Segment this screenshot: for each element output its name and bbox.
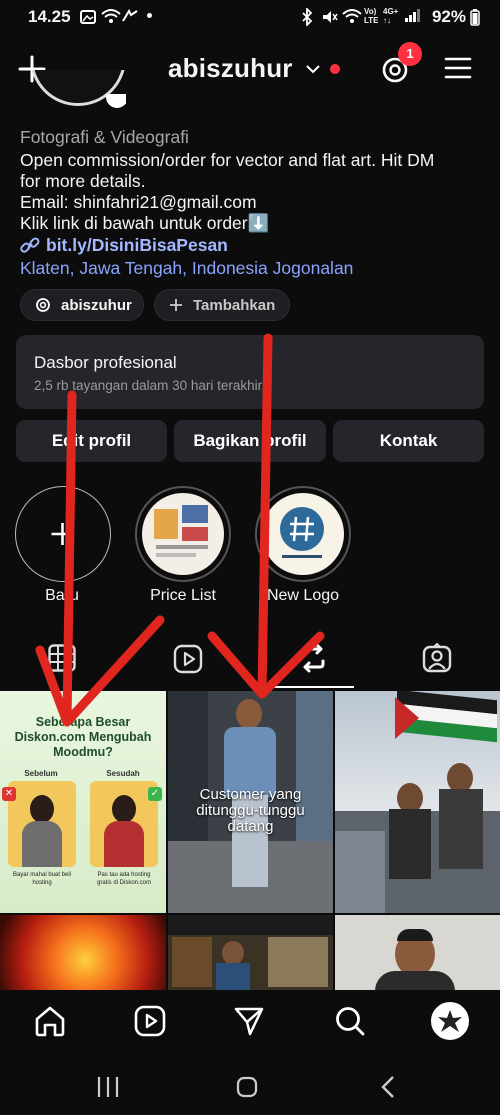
4g-icon: 4G+ ↑↓ (383, 7, 399, 25)
home-icon[interactable] (34, 1005, 66, 1037)
reels-icon[interactable] (134, 1005, 166, 1037)
post-label-after: Sesudah (106, 769, 140, 778)
post-caption-after: Pas tau ada hosting gratis di Diskon.com (96, 872, 152, 886)
cross-icon: ✕ (2, 787, 16, 801)
avatar[interactable] (30, 70, 126, 118)
professional-dashboard[interactable]: Dasbor profesional 2,5 rb tayangan dalam… (16, 335, 484, 409)
bio-email: Email: shinfahri21@gmail.com (20, 192, 257, 212)
threads-icon (35, 297, 51, 313)
threads-chip-label: abiszuhur (61, 296, 132, 314)
share-profile-button[interactable]: Bagikan profil (174, 420, 326, 462)
bio-category: Fotografi & Videografi (20, 127, 189, 147)
add-chip-label: Tambahkan (193, 296, 276, 314)
bio-text-line: for more details. (20, 171, 146, 191)
check-icon: ✓ (148, 787, 162, 801)
highlight-price-list[interactable] (135, 486, 231, 582)
grid-post[interactable] (0, 915, 166, 990)
grid-post[interactable]: Seberapa Besar Diskon.com Mengubah Moodm… (0, 691, 166, 913)
gallery-icon (80, 10, 96, 24)
system-navigation-bar (0, 1052, 500, 1115)
plus-icon (51, 523, 74, 545)
post-caption: Customer yang ditunggu-tunggu datang (196, 786, 305, 835)
signal-icon (121, 9, 139, 23)
battery-percent: 92% (431, 7, 466, 26)
new-logo-thumbnail (262, 493, 344, 575)
threads-badge: 1 (398, 42, 422, 66)
wifi-call-icon (100, 8, 122, 24)
active-tab-indicator (272, 686, 354, 688)
volte-icon: Vo) LTE (364, 7, 379, 25)
highlight-label: Baru (45, 587, 79, 604)
highlight-label: New Logo (266, 587, 340, 604)
price-list-thumbnail (142, 493, 224, 575)
link-icon (20, 236, 40, 256)
menu-icon[interactable] (444, 54, 472, 82)
status-bar: 14.25 Vo) LTE 4G+ ↑↓ 92% (0, 0, 500, 34)
search-icon[interactable] (334, 1005, 366, 1037)
notification-dot (147, 13, 152, 18)
highlight-new-logo[interactable] (255, 486, 351, 582)
bluetooth-icon (300, 8, 314, 26)
bio-link[interactable]: bit.ly/DisiniBisaPesan (46, 235, 228, 256)
add-link-chip[interactable]: Tambahkan (154, 289, 290, 321)
mute-icon (320, 8, 338, 26)
post-caption-before: Bayar mahal buat beli hosting (12, 872, 72, 886)
grid-post[interactable]: Customer yang ditunggu-tunggu datang (168, 691, 333, 913)
new-highlight-button[interactable] (15, 486, 111, 582)
profile-avatar-icon[interactable] (431, 1002, 469, 1040)
profile-username[interactable]: abiszuhur (168, 53, 293, 84)
chevron-down-icon[interactable] (306, 65, 320, 74)
home-button-icon[interactable] (236, 1076, 258, 1098)
wifi-icon (342, 8, 362, 24)
tagged-tab-icon[interactable] (422, 643, 452, 673)
bio-text-line: Klik link di bawah untuk order⬇️ (20, 213, 270, 233)
recent-apps-icon[interactable] (96, 1076, 120, 1098)
unread-dot (330, 64, 340, 74)
grid-post[interactable] (335, 691, 500, 913)
contact-button[interactable]: Kontak (333, 420, 484, 462)
back-icon[interactable] (380, 1075, 396, 1099)
reels-tab-icon[interactable] (173, 644, 203, 674)
content-tabs (0, 632, 500, 690)
dashboard-title: Dasbor profesional (34, 353, 177, 372)
post-label-before: Sebelum (24, 769, 58, 778)
battery-icon (470, 9, 480, 26)
before-photo (8, 781, 76, 867)
post-headline: Seberapa Besar Diskon.com Mengubah Moodm… (14, 715, 152, 759)
edit-profile-button[interactable]: Edit profil (16, 420, 167, 462)
send-icon[interactable] (233, 1005, 265, 1037)
cell-signal-icon (404, 9, 420, 23)
threads-profile-chip[interactable]: abiszuhur (20, 289, 144, 321)
grid-tab-icon[interactable] (48, 644, 76, 672)
bio-location[interactable]: Klaten, Jawa Tengah, Indonesia Jogonalan (20, 258, 353, 279)
plus-icon (169, 298, 183, 312)
highlight-label: Price List (150, 587, 216, 604)
grid-post[interactable] (335, 915, 500, 990)
bottom-navigation (0, 990, 500, 1052)
bio-text-line: Open commission/order for vector and fla… (20, 150, 435, 170)
dashboard-subtitle: 2,5 rb tayangan dalam 30 hari terakhir. (34, 378, 266, 393)
grid-post[interactable] (168, 915, 333, 990)
reposts-tab-icon[interactable] (298, 643, 328, 673)
status-time: 14.25 (28, 7, 71, 26)
